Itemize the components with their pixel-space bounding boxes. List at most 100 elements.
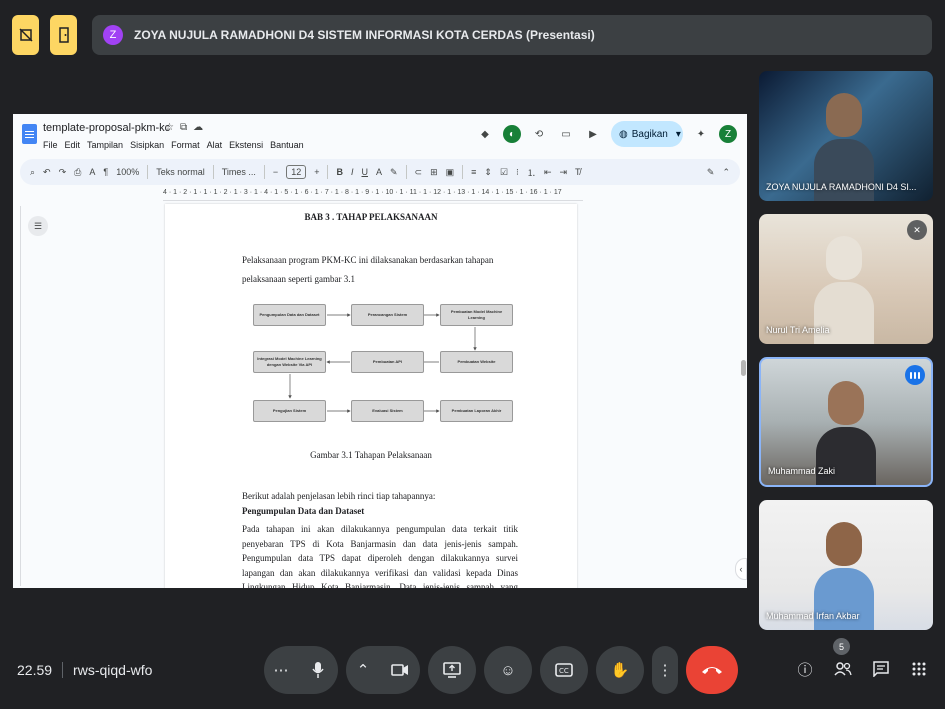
line-spacing-icon[interactable]: ⇕ — [484, 167, 492, 178]
text-color-icon[interactable]: A — [376, 167, 382, 177]
shared-document-window: template-proposal-pkm-kc ☆⧉☁ File Edit T… — [13, 114, 747, 588]
collapse-toolbar-icon[interactable]: ⌃ — [722, 167, 730, 178]
menu-edit[interactable]: Edit — [65, 140, 81, 150]
mic-icon[interactable] — [298, 646, 338, 694]
activities-icon[interactable] — [909, 652, 929, 686]
presenter-avatar: Z — [103, 25, 123, 45]
collapse-side-panel-icon[interactable]: ‹ — [735, 558, 747, 580]
mic-off-icon: ✕ — [907, 220, 927, 240]
gemini-shield-icon[interactable]: ◆ — [476, 125, 494, 143]
clock-time: 22.59 — [17, 662, 53, 678]
section-subheading: Pengumpulan Data dan Dataset — [242, 506, 365, 516]
clear-format-icon[interactable]: T̸ — [575, 167, 581, 177]
paint-format-icon[interactable]: ¶ — [103, 167, 108, 177]
participant-tile[interactable]: ✕ Nurul Tri Amelia — [759, 214, 933, 344]
chat-icon[interactable] — [871, 652, 891, 686]
sparkle-icon[interactable]: ✦ — [692, 125, 710, 143]
align-icon[interactable]: ≡ — [471, 167, 476, 177]
speaking-indicator-icon — [905, 365, 925, 385]
bold-icon[interactable]: B — [336, 167, 343, 177]
participant-name: Muhammad Zaki — [768, 466, 836, 476]
move-icon[interactable]: ⧉ — [180, 122, 193, 133]
underline-icon[interactable]: U — [361, 167, 368, 177]
layout-off-icon[interactable] — [12, 15, 39, 55]
collaborator-avatar[interactable]: ◐ — [503, 125, 521, 143]
participant-name: ZOYA NUJULA RAMADHONI D4 SI... — [766, 182, 917, 192]
meet-icon[interactable]: ▶ — [584, 125, 602, 143]
more-options-icon[interactable]: ⋮ — [652, 646, 678, 694]
menu-insert[interactable]: Sisipkan — [130, 140, 164, 150]
step-box: Pembuatan Laporan Akhir — [440, 400, 513, 422]
door-exit-icon[interactable] — [50, 15, 77, 55]
step-box: Perancangan Sistem — [351, 304, 424, 326]
doc-header: template-proposal-pkm-kc ☆⧉☁ File Edit T… — [13, 114, 747, 157]
font-select[interactable]: Times ... — [222, 167, 256, 177]
search-icon[interactable]: ⌕ — [30, 167, 35, 178]
svg-text:CC: CC — [559, 667, 569, 675]
chapter-heading: BAB 3 . TAHAP PELAKSANAAN — [304, 212, 438, 222]
participant-tile[interactable]: ZOYA NUJULA RAMADHONI D4 SI... — [759, 71, 933, 201]
print-icon[interactable]: ⎙ — [74, 167, 81, 178]
font-size-input[interactable]: 12 — [286, 165, 307, 179]
checklist-icon[interactable]: ☑ — [500, 167, 508, 178]
font-size-increase-icon[interactable]: + — [314, 167, 319, 177]
more-audio-options-icon[interactable]: ⋯ — [264, 646, 298, 694]
doc-title[interactable]: template-proposal-pkm-kc — [43, 122, 170, 134]
increase-indent-icon[interactable]: ⇥ — [559, 167, 567, 178]
call-controls: ⋯ ⌃ ☺ CC ✋ ⋮ — [264, 646, 738, 694]
participant-tile[interactable]: Muhammad Zaki — [759, 357, 933, 487]
style-select[interactable]: Teks normal — [156, 167, 205, 177]
menu-file[interactable]: File — [43, 140, 58, 150]
captions-icon[interactable]: CC — [540, 646, 588, 694]
bullet-list-icon[interactable]: ⁝ — [516, 167, 519, 178]
history-icon[interactable]: ⟲ — [530, 125, 548, 143]
doc-header-actions: ◆ ◐ ⟲ ▭ ▶ ◍ Bagikan ▾ ✦ Z — [476, 121, 737, 147]
meeting-details-icon[interactable]: ⓘ — [795, 652, 815, 686]
cloud-icon[interactable]: ☁ — [193, 122, 209, 133]
menu-view[interactable]: Tampilan — [87, 140, 123, 150]
link-icon[interactable]: ⊂ — [415, 167, 423, 178]
raise-hand-icon[interactable]: ✋ — [596, 646, 644, 694]
step-box: Pengujian Sistem — [253, 400, 326, 422]
decrease-indent-icon[interactable]: ⇤ — [544, 167, 552, 178]
present-screen-icon[interactable] — [428, 646, 476, 694]
intro-line-2: pelaksanaan seperti gambar 3.1 — [242, 274, 355, 284]
menu-tools[interactable]: Alat — [207, 140, 223, 150]
add-comment-icon[interactable]: ⊞ — [430, 167, 438, 178]
menu-format[interactable]: Format — [171, 140, 200, 150]
people-count-badge: 5 — [833, 638, 850, 655]
participant-head — [828, 381, 864, 425]
highlight-icon[interactable]: ✎ — [390, 167, 398, 178]
font-size-decrease-icon[interactable]: − — [273, 167, 278, 177]
edit-mode-icon[interactable]: ✎ — [707, 167, 715, 178]
user-avatar[interactable]: Z — [719, 125, 737, 143]
comment-icon[interactable]: ▭ — [557, 125, 575, 143]
participant-name: Nurul Tri Amelia — [766, 325, 830, 335]
participant-tile[interactable]: Muhammad Irfan Akbar — [759, 500, 933, 630]
share-button[interactable]: ◍ Bagikan ▾ — [611, 121, 683, 147]
zoom-select[interactable]: 100% — [116, 167, 139, 177]
step-box: Pembuatan API — [351, 351, 424, 373]
redo-icon[interactable]: ↷ — [59, 167, 67, 178]
participant-head — [826, 236, 862, 280]
italic-icon[interactable]: I — [351, 167, 354, 177]
menu-extensions[interactable]: Ekstensi — [229, 140, 263, 150]
emoji-icon[interactable]: ☺ — [484, 646, 532, 694]
doc-menu: File Edit Tampilan Sisipkan Format Alat … — [43, 140, 304, 150]
scrollbar-thumb[interactable] — [741, 360, 746, 376]
chevron-up-icon[interactable]: ⌃ — [346, 646, 380, 694]
camera-control-group: ⌃ — [346, 646, 420, 694]
end-call-icon[interactable] — [686, 646, 738, 694]
menu-help[interactable]: Bantuan — [270, 140, 304, 150]
people-icon[interactable]: 5 — [833, 638, 853, 686]
spellcheck-icon[interactable]: A — [89, 167, 95, 177]
globe-icon: ◍ — [619, 128, 628, 140]
explain-line: Berikut adalah penjelasan lebih rinci ti… — [242, 491, 436, 501]
divider — [212, 165, 214, 179]
outline-toggle-icon[interactable]: ☰ — [28, 216, 48, 236]
numbered-list-icon[interactable]: ⒈ — [527, 166, 536, 179]
insert-image-icon[interactable]: ▣ — [446, 167, 455, 178]
undo-icon[interactable]: ↶ — [43, 167, 51, 178]
star-icon[interactable]: ☆ — [165, 122, 180, 133]
camera-icon[interactable] — [380, 646, 420, 694]
